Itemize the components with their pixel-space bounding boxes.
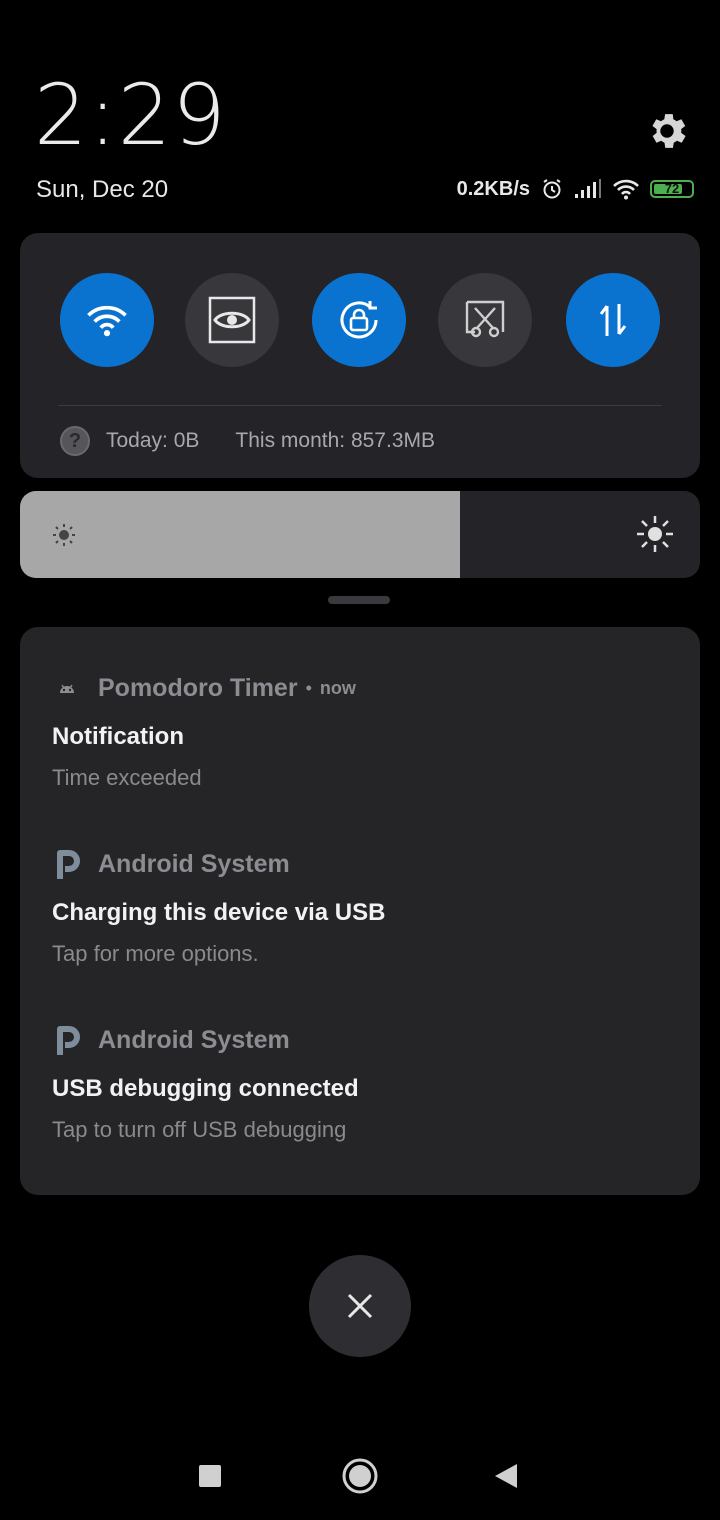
p-icon	[57, 850, 80, 879]
notification-body: Tap to turn off USB debugging	[52, 1117, 347, 1142]
quick-settings-panel: ? Today: 0B This month: 857.3MB	[20, 233, 700, 478]
home-circle-icon	[342, 1458, 378, 1494]
panel-drag-handle[interactable]	[328, 596, 390, 604]
brightness-high-icon	[634, 513, 676, 560]
notification-title: USB debugging connected	[52, 1075, 359, 1102]
recents-button[interactable]	[188, 1454, 232, 1498]
tile-mobile-data[interactable]	[566, 273, 660, 367]
p-icon	[57, 1026, 80, 1055]
settings-gear-icon[interactable]	[644, 108, 690, 154]
battery-level: 72	[664, 181, 680, 196]
back-button[interactable]	[484, 1454, 528, 1498]
back-triangle-icon	[495, 1464, 517, 1488]
notification-body: Tap for more options.	[52, 941, 259, 966]
notification-title: Notification	[52, 723, 184, 750]
tile-screenshot[interactable]	[438, 273, 532, 367]
date: Sun, Dec 20	[36, 176, 169, 203]
clear-all-button[interactable]	[309, 1255, 411, 1357]
navigation-bar	[0, 1430, 720, 1520]
data-arrows-icon	[599, 304, 627, 336]
android-icon	[60, 684, 74, 693]
tile-auto-rotate[interactable]	[312, 273, 406, 367]
brightness-level	[20, 491, 460, 578]
notification-item[interactable]: Pomodoro Timer • now Notification Time e…	[52, 671, 672, 791]
close-icon	[347, 1293, 373, 1319]
notification-app-name: Android System	[98, 1025, 290, 1054]
notification-body: Time exceeded	[52, 765, 202, 790]
tile-wifi[interactable]	[60, 273, 154, 367]
signal-icon	[574, 179, 602, 199]
usage-month: This month: 857.3MB	[235, 429, 435, 452]
wifi-icon	[87, 305, 127, 337]
square-icon	[199, 1465, 221, 1487]
network-speed: 0.2KB/s	[456, 177, 530, 200]
eye-icon	[208, 296, 256, 344]
notification-item[interactable]: Android System Charging this device via …	[52, 847, 672, 967]
notification-app-name: Android System	[98, 849, 290, 878]
alarm-icon	[540, 177, 564, 201]
notification-title: Charging this device via USB	[52, 899, 386, 926]
usage-today: Today: 0B	[106, 429, 200, 452]
brightness-low-icon	[50, 521, 78, 554]
clock: 2:29	[34, 66, 227, 164]
notification-list: Pomodoro Timer • now Notification Time e…	[20, 627, 700, 1195]
data-usage[interactable]: ? Today: 0B This month: 857.3MB	[60, 423, 435, 459]
brightness-slider[interactable]	[20, 491, 700, 578]
help-icon: ?	[60, 426, 90, 456]
rotate-lock-icon	[340, 301, 378, 339]
battery-icon: 72	[650, 180, 694, 198]
separator-dot: •	[305, 677, 312, 698]
tile-reading-mode[interactable]	[185, 273, 279, 367]
scissors-icon	[465, 300, 505, 338]
home-button[interactable]	[338, 1454, 382, 1498]
notification-time: now	[319, 677, 356, 698]
status-bar: 0.2KB/s 72	[457, 174, 694, 204]
wifi-status-icon	[612, 178, 640, 200]
notification-app-name: Pomodoro Timer	[98, 673, 298, 702]
qs-divider	[58, 405, 662, 406]
notification-item[interactable]: Android System USB debugging connected T…	[52, 1023, 672, 1143]
